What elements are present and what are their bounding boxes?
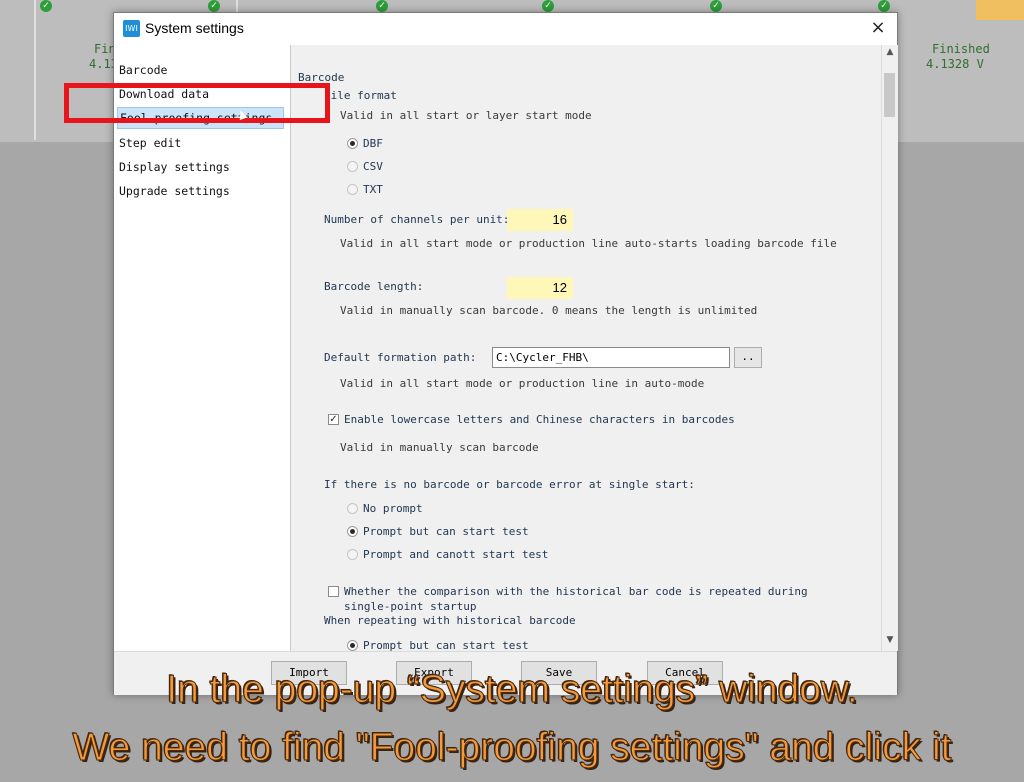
window-title: System settings [145, 20, 244, 36]
settings-sidebar: Barcode Download data Fool-proofing sett… [114, 45, 291, 651]
barcode-length-input[interactable]: 12 [507, 277, 573, 299]
title-bar[interactable]: IWI System settings × [114, 13, 897, 45]
close-button[interactable]: × [867, 17, 889, 39]
radio-prompt-cannot-start-label: Prompt and canott start test [363, 548, 549, 561]
caption-line-2: We need to find "Fool-proofing settings"… [72, 726, 952, 770]
bg-status-label: Finished [932, 42, 990, 56]
channels-input[interactable]: 16 [507, 209, 573, 231]
radio-no-prompt[interactable] [347, 503, 358, 514]
browse-button[interactable]: .. [734, 347, 762, 368]
scroll-thumb[interactable] [884, 73, 895, 117]
path-hint: Valid in all start mode or production li… [340, 377, 705, 390]
path-label: Default formation path: [324, 351, 477, 364]
sidebar-item-barcode[interactable]: Barcode [119, 63, 167, 77]
radio-no-prompt-label: No prompt [363, 502, 423, 515]
radio-csv-label: CSV [363, 160, 383, 173]
scroll-down-icon[interactable]: ▼ [884, 635, 896, 647]
barcode-length-label: Barcode length: [324, 280, 424, 293]
channels-label: Number of channels per unit: [324, 213, 510, 226]
caption-line-1: In the pop-up “System settings” window. [166, 668, 859, 712]
sidebar-item-display-settings[interactable]: Display settings [119, 160, 230, 174]
barcode-length-hint: Valid in manually scan barcode. 0 means … [340, 304, 758, 317]
radio-prompt-can-start-label: Prompt but can start test [363, 525, 529, 538]
radio-repeat-can-start[interactable] [347, 640, 358, 651]
radio-csv[interactable] [347, 161, 358, 172]
path-input[interactable]: C:\Cycler_FHB\ [492, 347, 730, 368]
app-icon: IWI [123, 20, 140, 37]
scroll-up-icon[interactable]: ▲ [884, 47, 896, 59]
radio-repeat-can-start-label: Prompt but can start test [363, 639, 529, 651]
radio-dbf-label: DBF [363, 137, 383, 150]
bg-cell [0, 0, 36, 140]
highlight-box [64, 83, 330, 123]
lowercase-hint: Valid in manually scan barcode [340, 441, 539, 454]
historical-checkbox[interactable] [328, 586, 339, 597]
file-format-hint: Valid in all start or layer start mode [340, 109, 592, 122]
vertical-scrollbar[interactable]: ▲ ▼ [881, 45, 898, 651]
check-icon: ✓ [710, 0, 722, 12]
check-icon: ✓ [40, 0, 52, 12]
lowercase-label: Enable lowercase letters and Chinese cha… [344, 413, 735, 426]
radio-prompt-can-start[interactable] [347, 526, 358, 537]
repeat-label: When repeating with historical barcode [324, 614, 576, 627]
historical-label-cont: single-point startup [344, 600, 477, 613]
lowercase-checkbox[interactable]: ✓ [328, 414, 339, 425]
historical-label: Whether the comparison with the historic… [344, 585, 808, 598]
check-icon: ✓ [878, 0, 890, 12]
check-icon: ✓ [542, 0, 554, 12]
radio-prompt-cannot-start[interactable] [347, 549, 358, 560]
file-format-label: File format [324, 89, 397, 102]
radio-txt[interactable] [347, 184, 358, 195]
check-icon: ✓ [376, 0, 388, 12]
sidebar-item-step-edit[interactable]: Step edit [119, 136, 181, 150]
radio-dbf[interactable] [347, 138, 358, 149]
check-icon: ✓ [208, 0, 220, 12]
bg-status-value: 4.1328 V [926, 57, 984, 71]
radio-txt-label: TXT [363, 183, 383, 196]
no-barcode-label: If there is no barcode or barcode error … [324, 478, 695, 491]
brand-logo [976, 0, 1024, 20]
channels-hint: Valid in all start mode or production li… [340, 237, 837, 250]
sidebar-item-upgrade-settings[interactable]: Upgrade settings [119, 184, 230, 198]
settings-content: Barcode File format Valid in all start o… [291, 45, 881, 651]
